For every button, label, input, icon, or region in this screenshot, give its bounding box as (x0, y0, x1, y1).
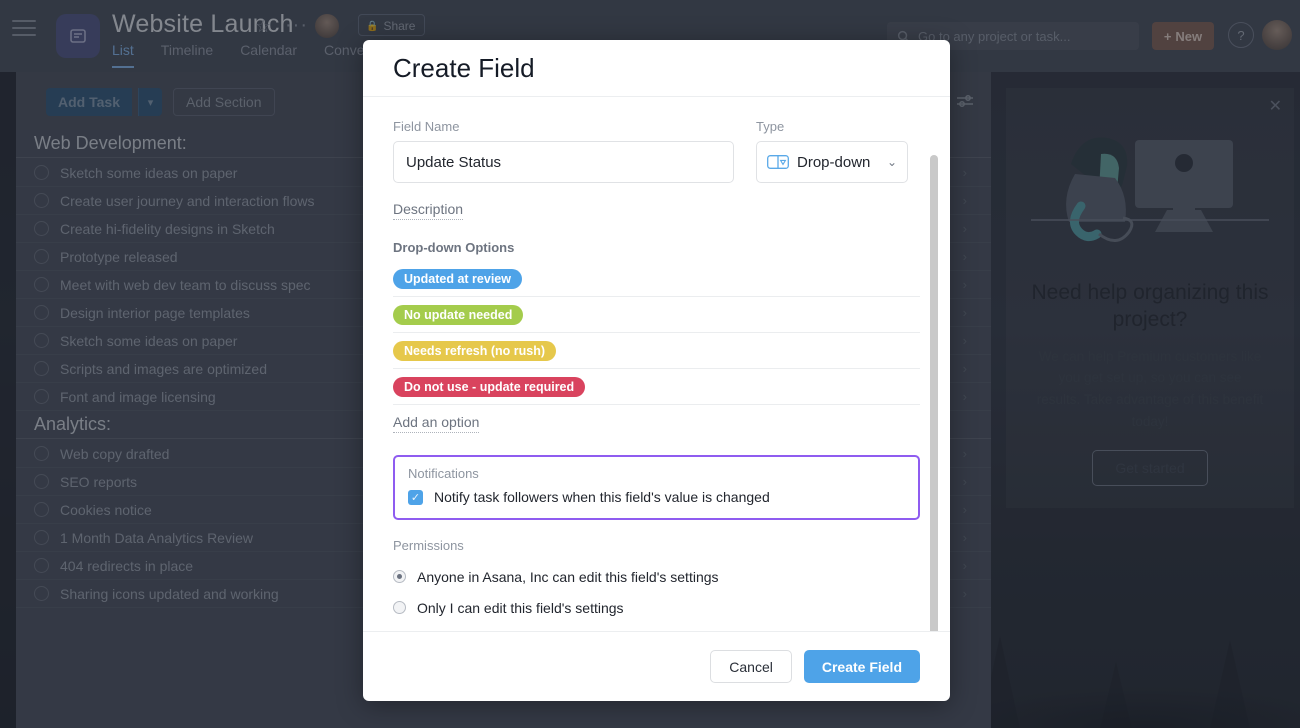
create-field-button[interactable]: Create Field (803, 650, 920, 683)
field-type-group: Type Drop-down ⌄ (756, 119, 908, 183)
chevron-down-icon: ⌄ (886, 155, 897, 169)
radio-icon-anyone[interactable] (393, 570, 406, 583)
field-name-group: Field Name Update Status (393, 119, 734, 183)
option-pill[interactable]: Do not use - update required (393, 376, 586, 397)
permission-anyone-label: Anyone in Asana, Inc can edit this field… (417, 568, 719, 585)
notify-followers-label: Notify task followers when this field's … (434, 489, 770, 505)
dialog-header: Create Field (363, 40, 950, 97)
list-item[interactable]: Updated at review (393, 261, 920, 297)
dialog-title: Create Field (393, 52, 535, 83)
drop-down-field-icon (767, 155, 789, 169)
notifications-label: Notifications (408, 466, 479, 481)
permissions-section: Permissions Anyone in Asana, Inc can edi… (393, 538, 920, 623)
permission-option-only-me[interactable]: Only I can edit this field's settings (393, 592, 920, 623)
list-item[interactable]: Do not use - update required (393, 369, 920, 405)
notifications-section: Notifications ✓ Notify task followers wh… (393, 455, 920, 520)
description-link[interactable]: Description (393, 201, 464, 220)
list-item[interactable]: Needs refresh (no rush) (393, 333, 920, 369)
option-pill[interactable]: No update needed (393, 304, 524, 325)
field-name-input[interactable]: Update Status (393, 141, 734, 183)
scrollbar-thumb[interactable] (930, 155, 938, 631)
type-label: Type (756, 119, 785, 134)
type-dropdown-value: Drop-down (797, 153, 871, 171)
option-pill[interactable]: Needs refresh (no rush) (393, 340, 557, 361)
add-an-option-link[interactable]: Add an option (393, 414, 480, 433)
dropdown-options-label: Drop-down Options (393, 240, 515, 255)
dialog-footer: Cancel Create Field (363, 631, 950, 701)
option-pill[interactable]: Updated at review (393, 268, 522, 289)
notify-followers-checkbox[interactable]: ✓ (408, 489, 423, 505)
dialog-body: Field Name Update Status Type Drop-down … (363, 97, 950, 631)
permission-only-me-label: Only I can edit this field's settings (417, 599, 624, 616)
type-dropdown[interactable]: Drop-down ⌄ (756, 141, 908, 183)
create-field-dialog: Create Field Field Name Update Status Ty… (363, 40, 950, 701)
cancel-button[interactable]: Cancel (710, 650, 792, 683)
permission-option-anyone[interactable]: Anyone in Asana, Inc can edit this field… (393, 561, 920, 592)
permissions-label: Permissions (393, 538, 464, 553)
field-name-label: Field Name (393, 119, 460, 134)
list-item[interactable]: No update needed (393, 297, 920, 333)
radio-icon-only-me[interactable] (393, 601, 406, 614)
notify-followers-row[interactable]: ✓ Notify task followers when this field'… (408, 489, 905, 505)
field-name-and-type-row: Field Name Update Status Type Drop-down … (393, 119, 920, 183)
vertical-scrollbar[interactable] (930, 103, 944, 631)
